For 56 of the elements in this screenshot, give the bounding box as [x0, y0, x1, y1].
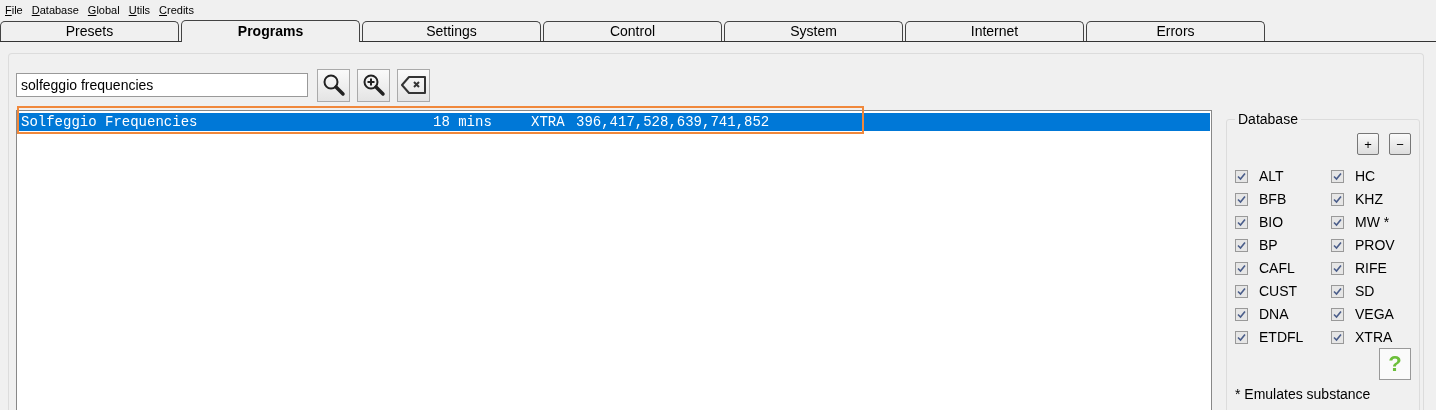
- checkbox[interactable]: [1331, 261, 1344, 275]
- checkbox-label: ALT: [1259, 168, 1284, 184]
- checkbox-label: CAFL: [1259, 260, 1295, 276]
- checkbox-label: BIO: [1259, 214, 1284, 230]
- remove-button[interactable]: −: [1389, 133, 1411, 155]
- zoom-in-icon: [361, 73, 386, 97]
- checkbox[interactable]: [1235, 307, 1248, 321]
- checkbox-label: MW *: [1355, 214, 1390, 230]
- checkbox-label: KHZ: [1355, 191, 1383, 207]
- checkbox-label: VEGA: [1355, 306, 1394, 322]
- clear-button[interactable]: [397, 68, 430, 102]
- checkbox[interactable]: [1331, 330, 1344, 344]
- tab[interactable]: Errors: [1086, 21, 1265, 41]
- checkbox-label: RIFE: [1355, 260, 1387, 276]
- checkbox[interactable]: [1331, 284, 1344, 298]
- menu-item[interactable]: File: [5, 3, 23, 16]
- footnote: * Emulates substance: [1235, 386, 1372, 402]
- checkbox[interactable]: [1331, 215, 1344, 229]
- tab[interactable]: System: [724, 21, 903, 41]
- checkbox-label: PROV: [1355, 237, 1395, 253]
- checkbox[interactable]: [1235, 284, 1248, 298]
- tab[interactable]: Settings: [362, 21, 541, 41]
- menu-item[interactable]: Database: [31, 3, 79, 16]
- tab[interactable]: Internet: [905, 21, 1084, 41]
- checkbox-label: BFB: [1259, 191, 1287, 207]
- list-row[interactable]: Solfeggio Frequencies 18 mins XTRA 396,417,528,639,741,852: [18, 113, 1210, 131]
- checkbox[interactable]: [1235, 330, 1248, 344]
- checkbox[interactable]: [1235, 261, 1248, 275]
- search-field[interactable]: solfeggio frequencies: [16, 73, 308, 97]
- menu-item[interactable]: Global: [87, 3, 120, 16]
- search-button[interactable]: [317, 68, 350, 102]
- checkbox-label: BP: [1259, 237, 1278, 253]
- checkbox[interactable]: [1331, 169, 1344, 183]
- checkbox[interactable]: [1235, 238, 1248, 252]
- checkbox[interactable]: [1331, 238, 1344, 252]
- checkbox[interactable]: [1331, 307, 1344, 321]
- checkbox-label: ETDFL: [1259, 329, 1304, 345]
- checkbox[interactable]: [1235, 215, 1248, 229]
- checkbox[interactable]: [1331, 192, 1344, 206]
- menu-item[interactable]: Utils: [128, 3, 151, 16]
- checkbox[interactable]: [1235, 169, 1248, 183]
- tab[interactable]: Control: [543, 21, 722, 41]
- zoom-in-button[interactable]: [357, 68, 390, 102]
- checkbox-label: SD: [1355, 283, 1375, 299]
- tab[interactable]: Programs: [181, 20, 360, 42]
- checkbox-label: DNA: [1259, 306, 1289, 322]
- checkbox-label: CUST: [1259, 283, 1298, 299]
- checkbox[interactable]: [1235, 192, 1248, 206]
- checkbox-label: HC: [1355, 168, 1376, 184]
- search-icon: [321, 73, 346, 97]
- backspace-icon: [400, 75, 427, 95]
- tab[interactable]: Presets: [0, 21, 179, 41]
- menu-item[interactable]: Credits: [159, 3, 194, 16]
- group-title: Database: [1237, 111, 1299, 127]
- checkbox-label: XTRA: [1355, 329, 1393, 345]
- add-button[interactable]: +: [1357, 133, 1379, 155]
